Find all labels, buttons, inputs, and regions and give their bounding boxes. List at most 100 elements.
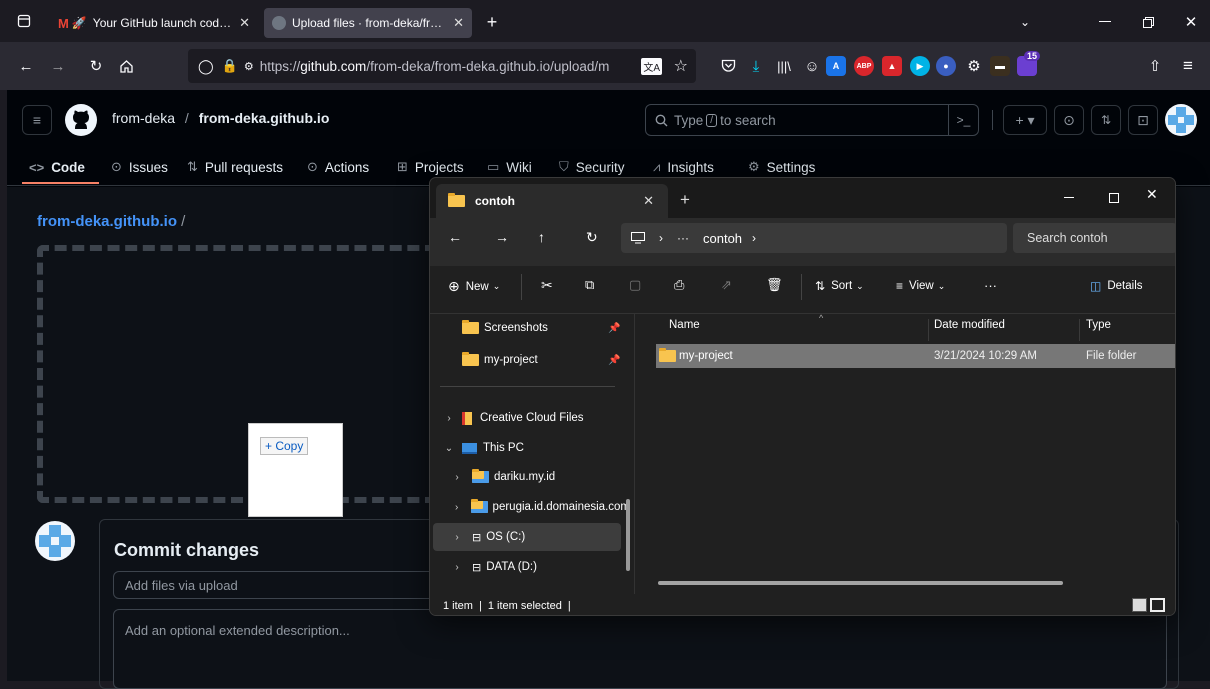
search-input[interactable]: Type / to search >_ <box>645 104 979 136</box>
tab-pull-requests[interactable]: ⇅ Pull requests <box>187 156 283 178</box>
chevron-down-icon[interactable]: ⌄ <box>442 443 456 454</box>
translate-icon[interactable]: 文A <box>641 58 662 75</box>
file-drop-zone[interactable] <box>37 245 437 503</box>
create-new-button[interactable]: + ▾ <box>1003 105 1047 135</box>
details-button[interactable]: ◫ Details <box>1090 279 1143 293</box>
view-button[interactable]: ≡ View ⌄ <box>896 279 945 293</box>
nav-scrollbar[interactable] <box>626 499 630 571</box>
tree-item-os-c[interactable]: › ⊟ OS (C:) <box>433 523 621 551</box>
share-icon[interactable]: ⇗ <box>721 277 732 293</box>
close-tab-icon[interactable]: ✕ <box>643 193 654 209</box>
address-bar[interactable]: › ··· contoh › <box>621 223 1007 253</box>
maximize-icon[interactable] <box>1102 188 1126 208</box>
sort-button[interactable]: ⇅ Sort ⌄ <box>815 279 864 293</box>
delete-icon[interactable]: 🗑 <box>766 277 783 293</box>
breadcrumb-repo-link[interactable]: from-deka.github.io <box>37 213 177 230</box>
repo-link[interactable]: from-deka.github.io <box>199 110 330 126</box>
hamburger-menu-button[interactable]: ≡ <box>22 105 52 135</box>
forward-icon[interactable]: → <box>46 54 70 78</box>
tab-settings[interactable]: ⚙ Settings <box>748 156 815 178</box>
quick-access-screenshots[interactable]: Screenshots 📌 <box>430 314 626 342</box>
account-icon[interactable]: ☺ <box>800 54 824 78</box>
permissions-icon[interactable]: ⚙ <box>244 60 254 73</box>
refresh-icon[interactable]: ↻ <box>586 229 598 246</box>
tab-list-icon[interactable] <box>12 9 36 33</box>
url-bar[interactable]: ◯ 🔒 ⚙ https://github.com/from-deka/from-… <box>188 49 696 83</box>
new-tab-icon[interactable]: + <box>480 10 504 34</box>
cut-icon[interactable]: ✂ <box>541 277 553 294</box>
close-window-icon[interactable]: ✕ <box>1179 10 1203 34</box>
tree-item-dariku[interactable]: › dariku.my.id <box>430 463 626 491</box>
bookmark-star-icon[interactable]: ☆ <box>674 56 688 76</box>
quick-access-my-project[interactable]: my-project 📌 <box>430 346 626 374</box>
download-icon[interactable]: ⤓ <box>744 54 768 78</box>
extension-blue-icon[interactable]: ▶ <box>910 56 930 76</box>
details-view-icon[interactable] <box>1132 598 1147 612</box>
extension-brown-icon[interactable]: ▬ <box>990 56 1010 76</box>
chevron-right-icon[interactable]: › <box>450 532 464 543</box>
chevron-right-icon[interactable]: › <box>450 562 464 573</box>
new-tab-icon[interactable]: + <box>680 190 690 210</box>
close-window-icon[interactable]: ✕ <box>1146 186 1158 203</box>
tree-item-this-pc[interactable]: ⌄ This PC <box>430 434 626 462</box>
minimize-icon[interactable] <box>1057 188 1081 208</box>
extension-gear-icon[interactable]: ⚙ <box>962 54 986 78</box>
reload-icon[interactable]: ↻ <box>84 54 108 78</box>
chevron-right-icon[interactable]: › <box>442 413 456 424</box>
tab-projects[interactable]: ⊞ Projects <box>397 156 464 178</box>
tab-wiki[interactable]: ▭ Wiki <box>487 156 532 178</box>
paste-icon[interactable]: ▢ <box>629 277 641 293</box>
extension-red-icon[interactable]: ▲ <box>882 56 902 76</box>
lock-icon[interactable]: 🔒 <box>222 58 238 74</box>
tab-actions[interactable]: ⊙ Actions <box>307 156 369 178</box>
column-header-date[interactable]: Date modified <box>934 319 1080 341</box>
commit-description-input[interactable]: Add an optional extended description... <box>113 609 1167 689</box>
explorer-search-input[interactable]: Search contoh <box>1013 223 1175 253</box>
tree-item-data-d[interactable]: › ⊟ DATA (D:) <box>430 553 626 581</box>
library-icon[interactable]: |||\ <box>772 54 796 78</box>
share-icon[interactable]: ⇧ <box>1143 54 1167 78</box>
browser-tab-gmail[interactable]: M 🚀 Your GitHub launch code - c ✕ <box>50 8 258 38</box>
close-tab-icon[interactable]: ✕ <box>453 15 464 31</box>
owner-link[interactable]: from-deka <box>112 110 175 126</box>
command-palette-icon[interactable]: >_ <box>948 104 978 136</box>
path-segment-contoh[interactable]: contoh <box>703 231 742 246</box>
horizontal-scrollbar[interactable] <box>658 581 1063 585</box>
pull-requests-icon[interactable]: ⇅ <box>1091 105 1121 135</box>
chevron-down-icon[interactable]: ⌄ <box>1013 10 1037 34</box>
tab-insights[interactable]: ⩘ Insights <box>653 156 714 178</box>
home-icon[interactable] <box>114 54 138 78</box>
close-tab-icon[interactable]: ✕ <box>239 15 250 31</box>
tab-security[interactable]: ⛉ Security <box>559 156 625 178</box>
rename-icon[interactable]: ⎙ <box>674 277 684 293</box>
tree-item-perugia[interactable]: › perugia.id.domainesia.com <box>430 493 630 521</box>
path-overflow[interactable]: ··· <box>677 231 689 245</box>
file-row[interactable]: my-project 3/21/2024 10:29 AM File folde… <box>656 344 1175 368</box>
tab-code[interactable]: <> Code <box>29 156 85 178</box>
column-header-type[interactable]: Type <box>1086 319 1111 331</box>
copy-icon[interactable]: ⧉ <box>585 277 594 293</box>
chevron-right-icon[interactable]: › <box>752 231 756 245</box>
extension-dot-icon[interactable]: ● <box>936 56 956 76</box>
back-icon[interactable]: ← <box>14 54 38 78</box>
up-icon[interactable]: ↑ <box>538 229 545 245</box>
issues-icon[interactable]: ⊙ <box>1054 105 1084 135</box>
more-options-button[interactable]: ··· <box>984 278 997 293</box>
chevron-right-icon[interactable]: › <box>450 472 464 483</box>
pocket-icon[interactable] <box>716 54 740 78</box>
menu-icon[interactable]: ≡ <box>1176 54 1200 78</box>
forward-icon[interactable]: → <box>495 229 509 245</box>
browser-tab-active[interactable]: Upload files · from-deka/from-c ✕ <box>264 8 472 38</box>
avatar[interactable] <box>1165 104 1197 136</box>
extensions-badge-icon[interactable]: 15 <box>1017 51 1040 76</box>
translate-extension-icon[interactable]: A <box>826 56 846 76</box>
column-header-name[interactable]: Name ^ <box>669 313 929 341</box>
adblock-icon[interactable]: ABP <box>854 56 874 76</box>
new-button[interactable]: ⊕ New ⌄ <box>448 278 500 295</box>
shield-icon[interactable]: ◯ <box>198 58 214 75</box>
back-icon[interactable]: ← <box>448 229 462 245</box>
tree-item-creative-cloud[interactable]: › Creative Cloud Files <box>430 404 626 432</box>
chevron-right-icon[interactable]: › <box>450 502 463 513</box>
explorer-tab[interactable]: contoh ✕ <box>436 184 668 218</box>
github-logo-icon[interactable] <box>65 104 97 136</box>
